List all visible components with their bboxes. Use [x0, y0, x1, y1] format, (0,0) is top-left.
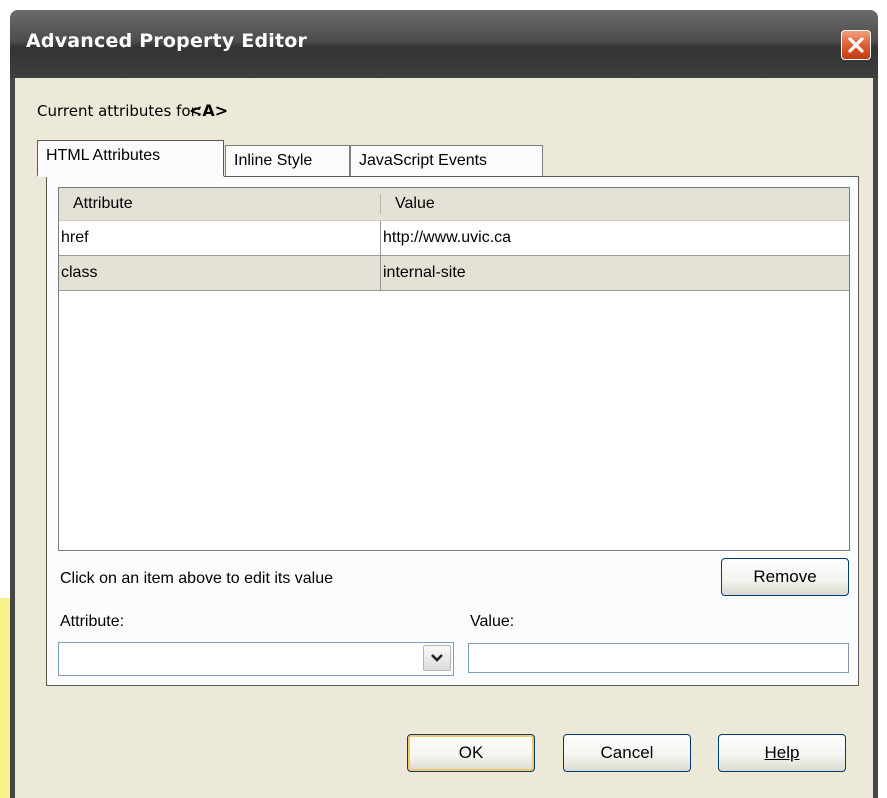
help-button-label: Help: [764, 743, 800, 762]
ok-button-label: OK: [458, 743, 484, 762]
remove-button[interactable]: Remove: [721, 558, 849, 596]
value-input[interactable]: [468, 643, 849, 673]
row-value: http://www.uvic.ca: [383, 229, 512, 246]
tab-javascript-events-label: JavaScript Events: [359, 152, 488, 169]
help-button[interactable]: Help: [718, 734, 846, 772]
dialog-window: Advanced Property Editor Current attribu…: [10, 10, 878, 798]
tab-html-attributes-label: HTML Attributes: [46, 147, 161, 164]
dropdown-button[interactable]: [423, 645, 451, 671]
table-row[interactable]: href http://www.uvic.ca: [59, 221, 849, 256]
title-bar[interactable]: Advanced Property Editor: [10, 10, 878, 78]
column-separator[interactable]: [380, 194, 381, 214]
cancel-button[interactable]: Cancel: [563, 734, 691, 772]
remove-button-label: Remove: [753, 567, 817, 586]
chevron-down-icon: [431, 654, 443, 662]
column-header-attribute[interactable]: Attribute: [73, 195, 133, 213]
current-attributes-label: Current attributes for:: [37, 102, 202, 120]
table-row[interactable]: class internal-site: [59, 256, 849, 291]
element-tag: <A>: [189, 101, 229, 120]
tab-html-attributes[interactable]: HTML Attributes: [37, 140, 224, 177]
attribute-dropdown[interactable]: [58, 642, 454, 676]
close-icon: [848, 37, 864, 53]
edit-hint: Click on an item above to edit its value: [60, 570, 334, 587]
html-attributes-panel: Attribute Value href http://www.uvic.ca …: [46, 176, 859, 686]
close-button[interactable]: [841, 30, 871, 60]
value-label: Value:: [470, 613, 515, 630]
tab-inline-style[interactable]: Inline Style: [225, 145, 350, 177]
row-value: internal-site: [383, 264, 466, 281]
row-attribute: class: [61, 264, 98, 281]
row-attribute: href: [61, 229, 89, 246]
column-header-value[interactable]: Value: [395, 195, 435, 213]
cancel-button-label: Cancel: [600, 743, 654, 762]
grid-header: Attribute Value: [59, 188, 849, 221]
window-title: Advanced Property Editor: [26, 30, 308, 52]
ok-button[interactable]: OK: [407, 734, 535, 772]
attributes-grid[interactable]: Attribute Value href http://www.uvic.ca …: [58, 187, 850, 551]
cell-divider: [380, 256, 381, 290]
tab-javascript-events[interactable]: JavaScript Events: [350, 145, 543, 177]
dialog-client-area: Current attributes for: <A> HTML Attribu…: [15, 78, 873, 798]
cell-divider: [380, 221, 381, 255]
attribute-label: Attribute:: [60, 613, 125, 630]
tab-inline-style-label: Inline Style: [234, 152, 313, 169]
